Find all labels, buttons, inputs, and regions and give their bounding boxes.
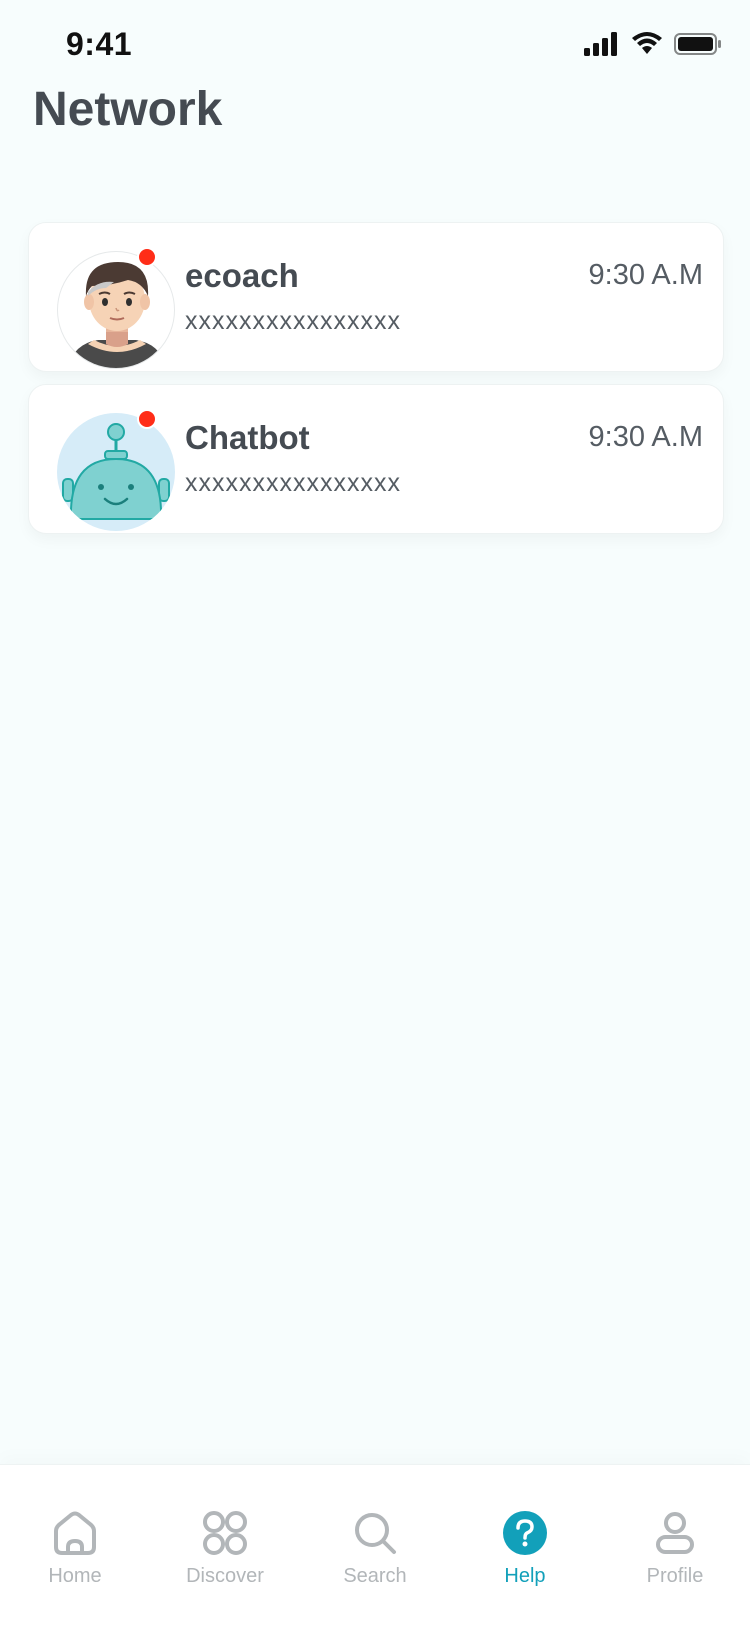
avatar-container	[43, 399, 175, 531]
tab-label: Profile	[646, 1565, 704, 1587]
page-title: Network	[33, 83, 223, 136]
tab-label: Search	[343, 1565, 407, 1587]
tab-home[interactable]: Home	[0, 1465, 150, 1605]
chat-name: ecoach	[185, 257, 299, 294]
tab-bar: Home Discover Search Help Profile	[0, 1464, 750, 1625]
grid-icon	[202, 1509, 248, 1557]
wifi-icon	[632, 32, 662, 54]
tab-label: Help	[504, 1565, 546, 1587]
tab-label: Discover	[186, 1565, 264, 1587]
person-icon	[655, 1509, 695, 1557]
chat-item-ecoach[interactable]: ecoach 9:30 A.M xxxxxxxxxxxxxxxx	[28, 222, 724, 372]
chat-time: 9:30 A.M	[588, 421, 703, 453]
unread-indicator	[137, 247, 157, 267]
signal-icon	[584, 32, 617, 56]
tab-search[interactable]: Search	[300, 1465, 450, 1605]
chat-preview: xxxxxxxxxxxxxxxx	[185, 469, 401, 497]
help-icon	[503, 1509, 547, 1557]
person-avatar	[57, 251, 175, 369]
chat-time: 9:30 A.M	[588, 259, 703, 291]
tab-label: Home	[48, 1565, 102, 1587]
chat-list: ecoach 9:30 A.M xxxxxxxxxxxxxxxx Chatbot…	[28, 222, 724, 546]
robot-avatar	[57, 413, 175, 531]
avatar-container	[43, 237, 175, 369]
tab-discover[interactable]: Discover	[150, 1465, 300, 1605]
status-time: 9:41	[66, 26, 133, 62]
status-icons	[584, 32, 722, 56]
status-bar: 9:41	[0, 0, 750, 90]
unread-indicator	[137, 409, 157, 429]
tab-help[interactable]: Help	[450, 1465, 600, 1605]
tab-profile[interactable]: Profile	[600, 1465, 750, 1605]
search-icon	[352, 1509, 398, 1557]
chat-preview: xxxxxxxxxxxxxxxx	[185, 307, 401, 335]
home-icon	[52, 1509, 98, 1557]
chat-name: Chatbot	[185, 419, 310, 456]
battery-icon	[674, 33, 721, 55]
chat-item-chatbot[interactable]: Chatbot 9:30 A.M xxxxxxxxxxxxxxxx	[28, 384, 724, 534]
